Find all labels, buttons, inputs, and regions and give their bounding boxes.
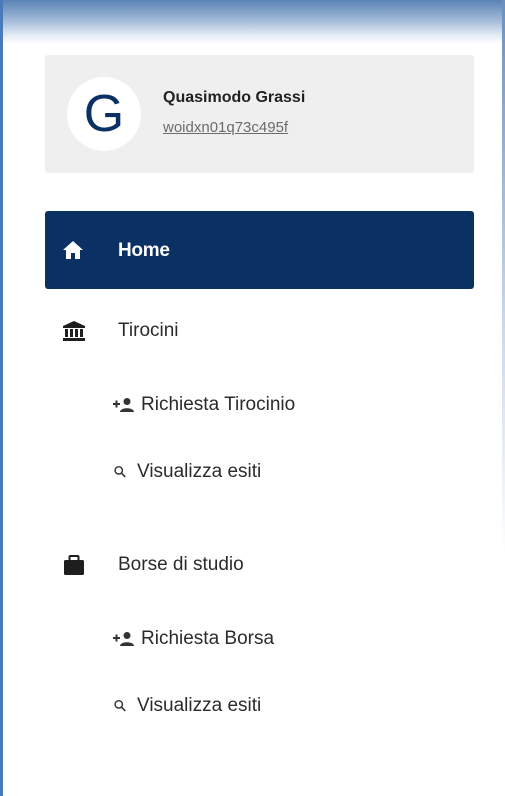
search-icon	[114, 699, 126, 712]
avatar: G	[67, 77, 141, 151]
sidebar-subitem-label: Visualizza esiti	[137, 461, 262, 482]
briefcase-icon	[64, 555, 84, 575]
user-name: Quasimodo Grassi	[163, 89, 306, 106]
sidebar-subitem-visualizza-esiti-borse[interactable]: Visualizza esiti	[113, 689, 261, 723]
home-icon	[63, 241, 83, 259]
sidebar-item-label: Home	[118, 240, 170, 261]
sidebar-item-tirocini[interactable]: Tirocini	[45, 309, 474, 353]
user-card: G Quasimodo Grassi woidxn01q73c495f	[45, 55, 474, 173]
sidebar-item-borse-di-studio[interactable]: Borse di studio	[45, 543, 474, 587]
sidebar-subitem-label: Richiesta Borsa	[141, 628, 275, 649]
user-id-link[interactable]: woidxn01q73c495f	[163, 119, 288, 136]
add-user-icon	[113, 398, 134, 412]
sidebar-subitem-label: Richiesta Tirocinio	[141, 394, 296, 415]
sidebar-item-home[interactable]: Home	[45, 211, 474, 289]
sidebar-subitem-visualizza-esiti-tirocini[interactable]: Visualizza esiti	[113, 455, 261, 489]
search-icon	[114, 465, 126, 478]
add-user-icon	[113, 632, 134, 646]
sidebar-subitem-label: Visualizza esiti	[137, 695, 262, 716]
sidebar-subitem-richiesta-tirocinio[interactable]: Richiesta Tirocinio	[113, 388, 295, 422]
sidebar-subitem-richiesta-borsa[interactable]: Richiesta Borsa	[113, 622, 274, 656]
institution-icon	[63, 321, 85, 341]
window-top-bar	[3, 0, 505, 44]
sidebar-frame: G Quasimodo Grassi woidxn01q73c495f Home…	[0, 0, 505, 796]
sidebar-item-label: Borse di studio	[118, 554, 244, 575]
sidebar-item-label: Tirocini	[118, 320, 179, 341]
